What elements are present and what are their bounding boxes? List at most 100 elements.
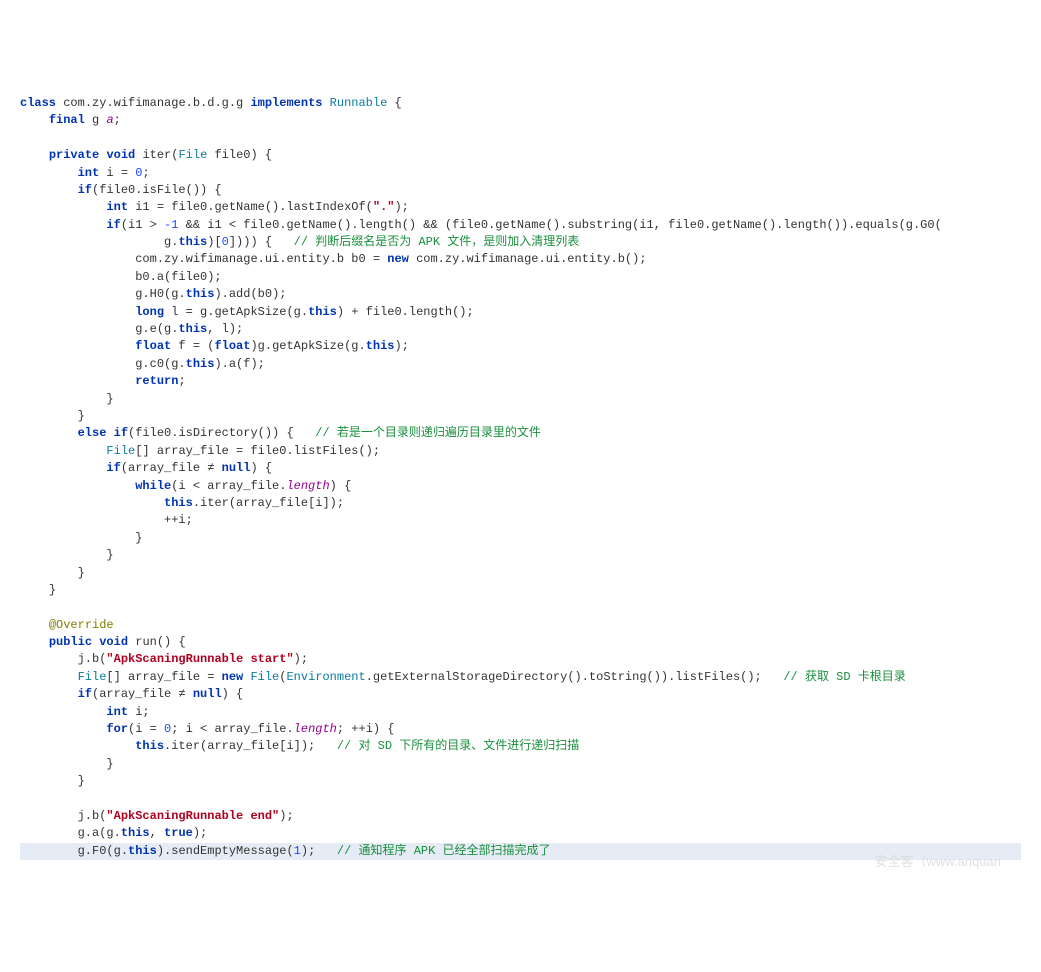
text: b0.a(file0); [135, 270, 221, 284]
kw-long: long [135, 305, 164, 319]
method-run: run() { [128, 635, 186, 649]
num: 1 [294, 844, 301, 858]
kw-this: this [121, 826, 150, 840]
text: .iter(array_file[i]); [193, 496, 344, 510]
text: g. [164, 235, 178, 249]
type-file: File [78, 670, 107, 684]
text: ( [279, 670, 286, 684]
text: [] array_file = file0.listFiles(); [135, 444, 380, 458]
text: g.H0(g. [135, 287, 185, 301]
type-file: File [106, 444, 135, 458]
text: ++i; [164, 513, 193, 527]
text: ).a(f); [214, 357, 264, 371]
kw-true: true [164, 826, 193, 840]
text: ; ++i) { [337, 722, 395, 736]
text: j.b( [78, 809, 107, 823]
semi: ; [178, 374, 185, 388]
length: length [286, 479, 329, 493]
brace: } [106, 392, 113, 406]
line: class com.zy.wifimanage.b.d.g.g implemen… [20, 96, 402, 110]
method-name: iter [142, 148, 171, 162]
annotation-override: @Override [49, 618, 114, 632]
text: ); [294, 652, 308, 666]
brace: } [78, 409, 85, 423]
kw-if: if [78, 183, 92, 197]
semi: ; [142, 166, 149, 180]
text: g.a(g. [78, 826, 121, 840]
kw-int: int [78, 166, 100, 180]
text: ) + file0.length(); [337, 305, 474, 319]
field-type: g [92, 113, 99, 127]
kw-void: void [106, 148, 135, 162]
text: && i1 < file0.getName().length() && (fil… [178, 218, 941, 232]
text: , [150, 826, 164, 840]
kw-public: public [49, 635, 92, 649]
highlighted-line: g.F0(g.this).sendEmptyMessage(1); // 通知程… [20, 843, 1021, 860]
kw-float: float [135, 339, 171, 353]
field-name: a [106, 113, 113, 127]
iface: Runnable [330, 96, 388, 110]
brace: } [49, 583, 56, 597]
text: )[ [207, 235, 221, 249]
text: g.e(g. [135, 322, 178, 336]
text: ]))) { [229, 235, 294, 249]
kw-new: new [222, 670, 244, 684]
text: ; i < array_file. [171, 722, 293, 736]
paren-close: ) { [251, 148, 273, 162]
text: ); [395, 339, 409, 353]
string: "ApkScaningRunnable end" [106, 809, 279, 823]
string: "ApkScaningRunnable start" [106, 652, 293, 666]
brace: } [106, 548, 113, 562]
comment: // 对 SD 下所有的目录、文件进行递归扫描 [337, 739, 579, 753]
brace: } [78, 774, 85, 788]
cond: (file0.isDirectory()) { [128, 426, 315, 440]
kw-null: null [222, 461, 251, 475]
text: i = [99, 166, 135, 180]
kw-this: this [308, 305, 337, 319]
text: f = ( [171, 339, 214, 353]
kw-this: this [164, 496, 193, 510]
kw-this: this [178, 235, 207, 249]
text: com.zy.wifimanage.ui.entity.b(); [409, 252, 647, 266]
brace: } [78, 566, 85, 580]
text: (array_file ≠ [92, 687, 193, 701]
kw-this: this [178, 322, 207, 336]
num: -1 [164, 218, 178, 232]
text: ) { [330, 479, 352, 493]
text: ); [394, 200, 408, 214]
param-name: file0 [207, 148, 250, 162]
kw-null: null [193, 687, 222, 701]
text: g.c0(g. [135, 357, 185, 371]
text: (i1 > [121, 218, 164, 232]
kw-if: if [78, 687, 92, 701]
text: ); [301, 844, 337, 858]
text: j.b( [78, 652, 107, 666]
comment: // 获取 SD 卡根目录 [783, 670, 905, 684]
kw-if: if [106, 461, 120, 475]
class-name: com.zy.wifimanage.b.d.g.g [63, 96, 243, 110]
length: length [294, 722, 337, 736]
kw-this: this [135, 739, 164, 753]
comment: // 若是一个目录则递归遍历目录里的文件 [315, 426, 541, 440]
text: (i < array_file. [171, 479, 286, 493]
kw-void: void [92, 635, 128, 649]
kw-else-if: else if [78, 426, 128, 440]
type-env: Environment [286, 670, 365, 684]
kw-this: this [186, 287, 215, 301]
kw-return: return [135, 374, 178, 388]
text: .iter(array_file[i]); [164, 739, 337, 753]
text: l = g.getApkSize(g. [164, 305, 308, 319]
text: )g.getApkSize(g. [250, 339, 365, 353]
kw-this: this [128, 844, 157, 858]
text: ); [193, 826, 207, 840]
text: .getExternalStorageDirectory().toString(… [366, 670, 784, 684]
param-type: File [178, 148, 207, 162]
cond: (file0.isFile()) { [92, 183, 222, 197]
text: (i = [128, 722, 164, 736]
kw-int: int [106, 200, 128, 214]
text: [] array_file = [106, 670, 221, 684]
text: ) { [250, 461, 272, 475]
brace: { [387, 96, 401, 110]
text: i1 = file0.getName().lastIndexOf( [128, 200, 373, 214]
kw-if: if [106, 218, 120, 232]
